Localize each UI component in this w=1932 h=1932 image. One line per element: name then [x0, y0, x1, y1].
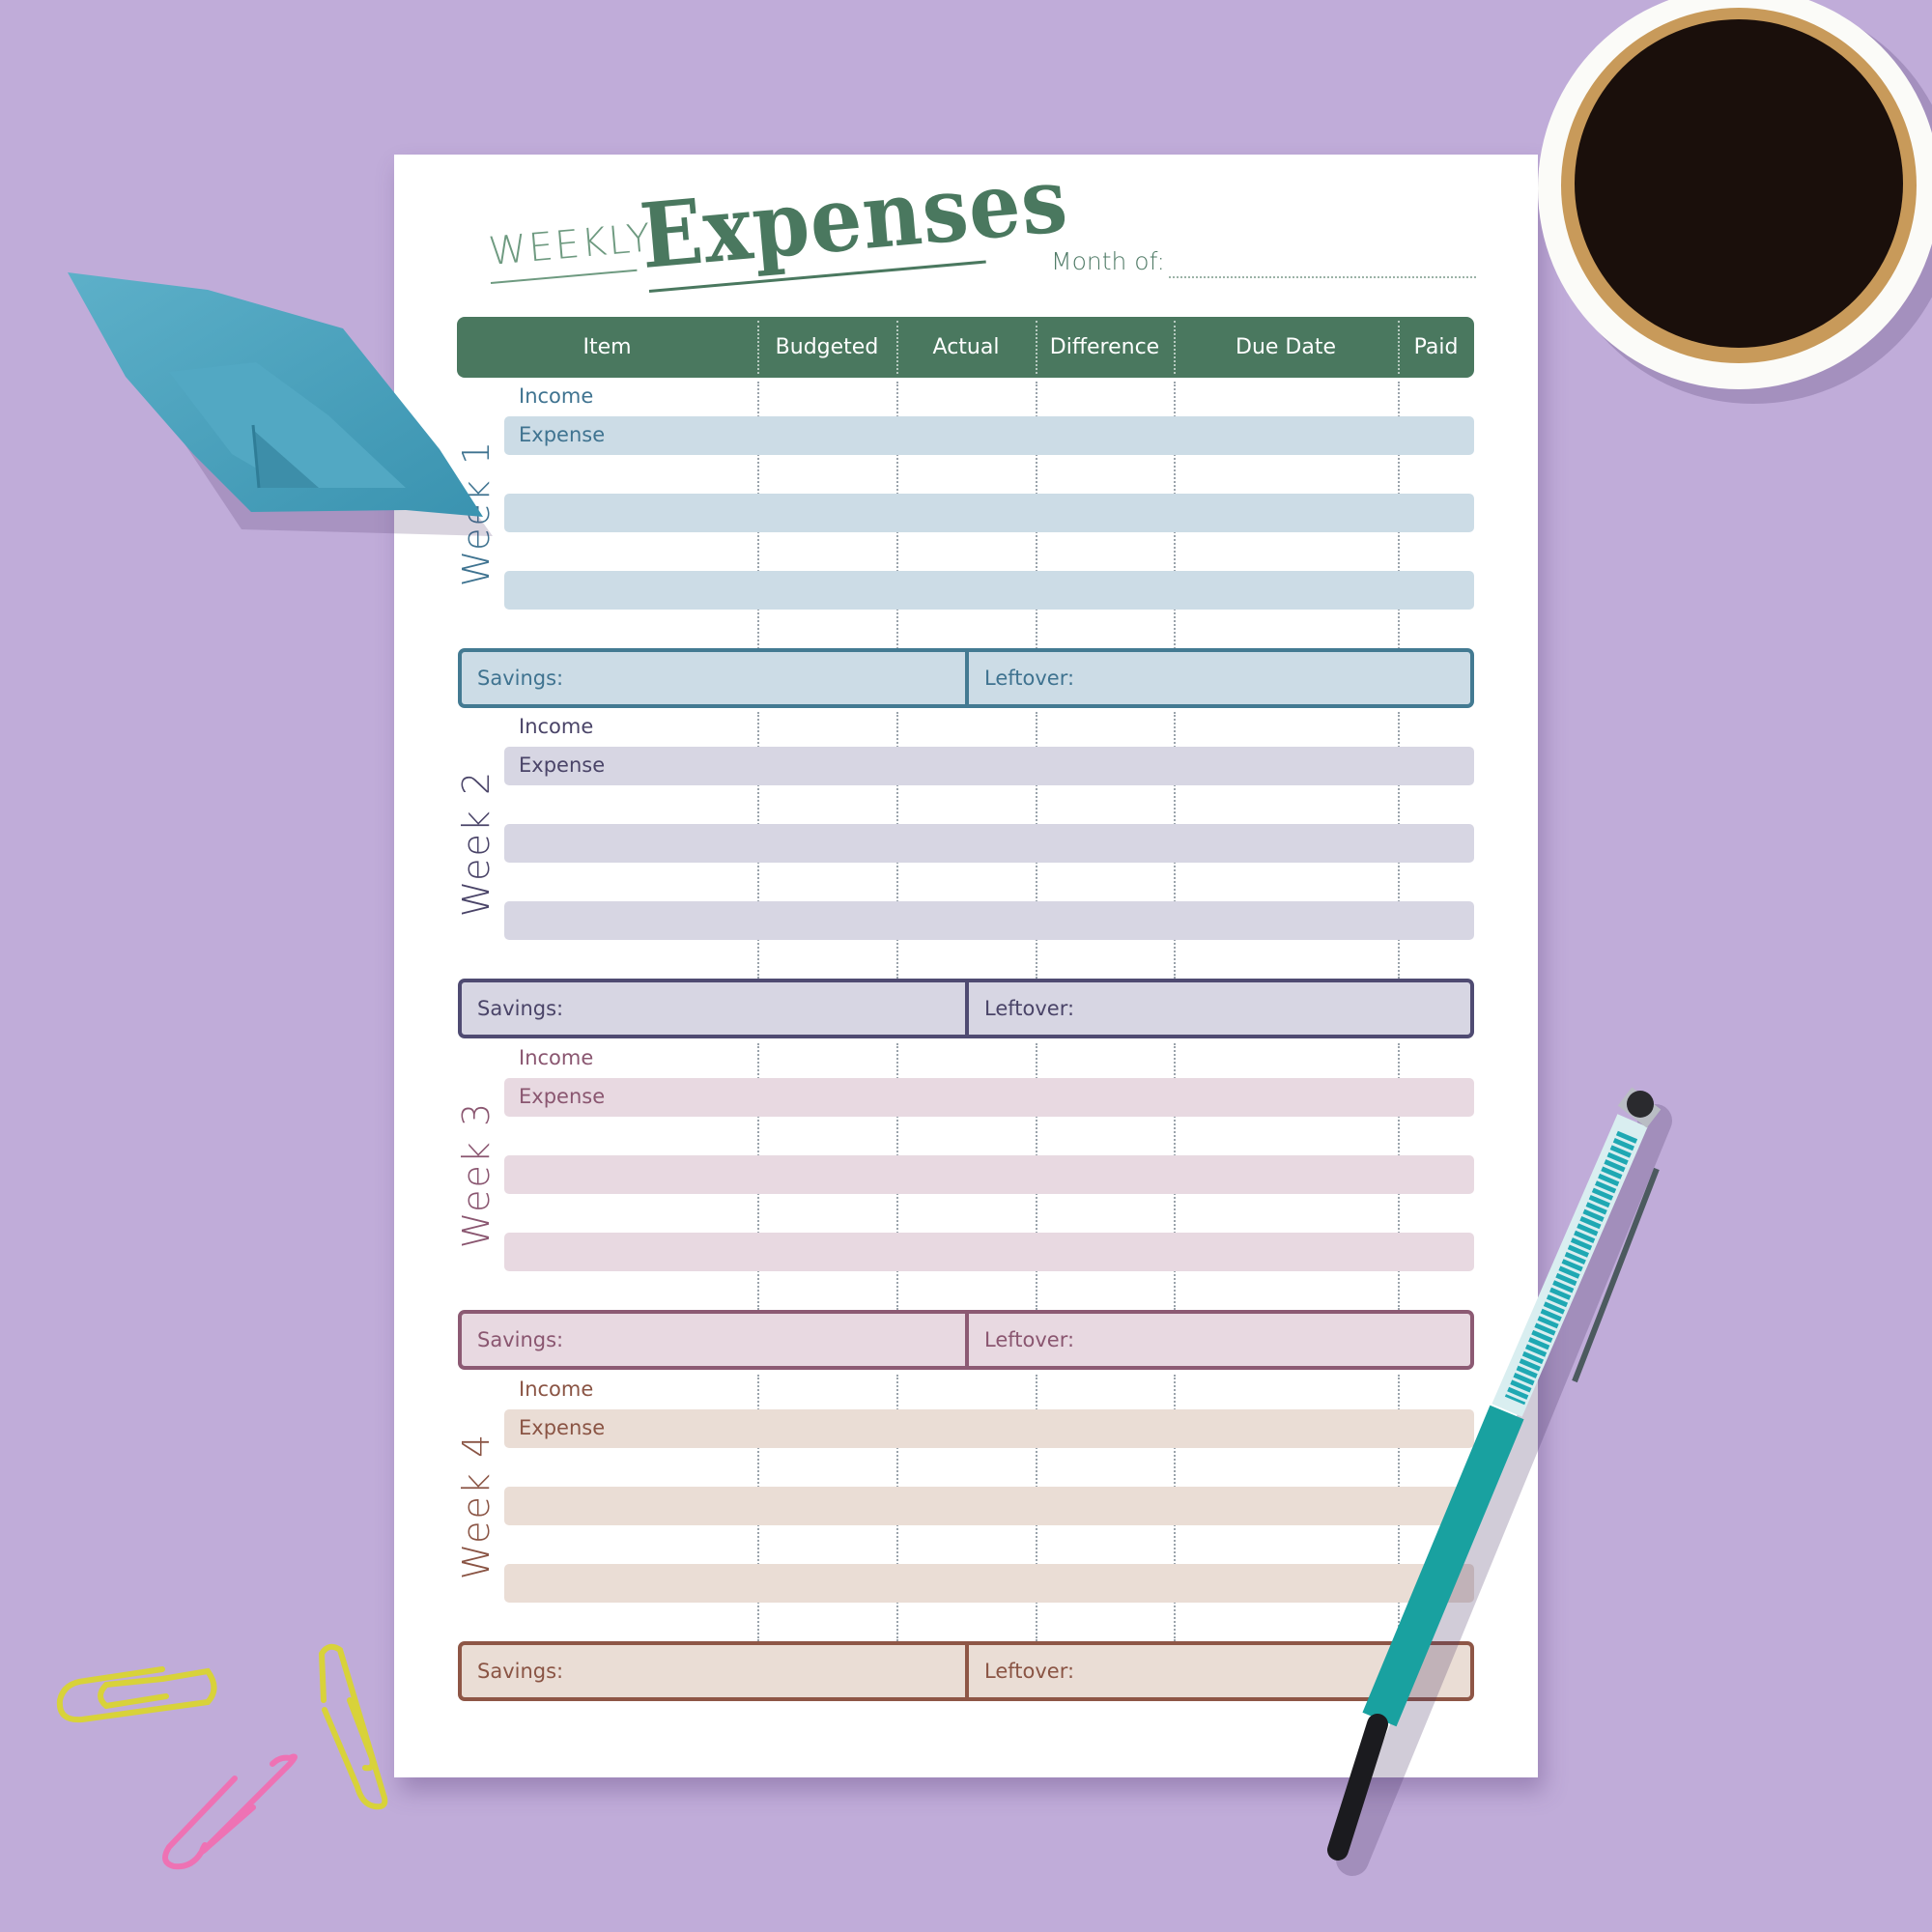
stylus-tip	[1627, 1091, 1654, 1118]
pen-shadow	[1336, 1104, 1672, 1876]
stylus-pen-decoration	[1327, 1087, 1672, 1876]
